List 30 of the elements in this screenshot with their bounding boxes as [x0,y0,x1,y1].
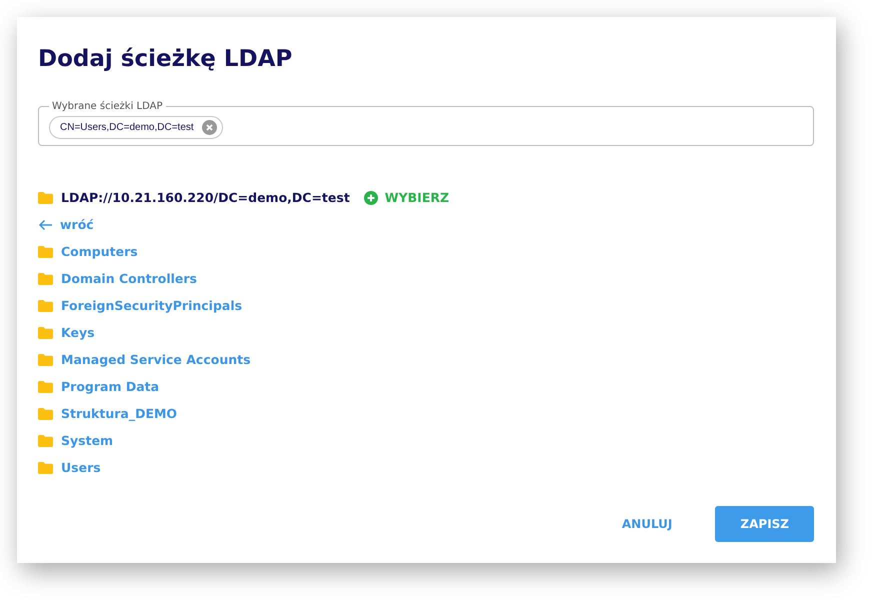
folder-icon [38,434,53,446]
folder-icon [38,272,53,284]
plus-icon [364,190,378,204]
folder-icon [38,408,53,420]
folder-link[interactable]: ForeignSecurityPrincipals [61,298,242,313]
folder-icon [38,380,53,392]
folder-icon [38,354,53,366]
folder-link[interactable]: Struktura_DEMO [61,406,178,421]
folder-link[interactable]: Program Data [61,379,160,394]
folder-link[interactable]: System [61,433,114,448]
save-button[interactable]: ZAPISZ [715,506,814,542]
cancel-button[interactable]: ANULUJ [596,506,698,542]
folder-link[interactable]: Users [61,460,101,475]
folder-icon [38,246,53,258]
folder-link[interactable]: Domain Controllers [61,271,197,286]
folder-link[interactable]: Keys [61,325,95,340]
folder-link[interactable]: Computers [61,244,138,259]
back-link[interactable]: wróć [38,217,94,232]
current-path: LDAP://10.21.160.220/DC=demo,DC=test [61,190,350,205]
folder-link[interactable]: Managed Service Accounts [61,352,251,367]
folder-icon [38,326,53,338]
dialog-title: Dodaj ścieżkę LDAP [38,45,294,74]
arrow-left-icon [38,218,53,230]
folder-icon [38,192,53,204]
remove-icon[interactable] [202,120,217,135]
select-button[interactable]: WYBIERZ [364,190,450,205]
chip-label: CN=Users,DC=demo,DC=test [60,122,194,133]
folder-icon [38,300,53,312]
folder-icon [38,462,53,474]
selected-paths-field[interactable]: Wybrane ścieżki LDAP CN=Users,DC=demo,DC=test [38,101,814,146]
